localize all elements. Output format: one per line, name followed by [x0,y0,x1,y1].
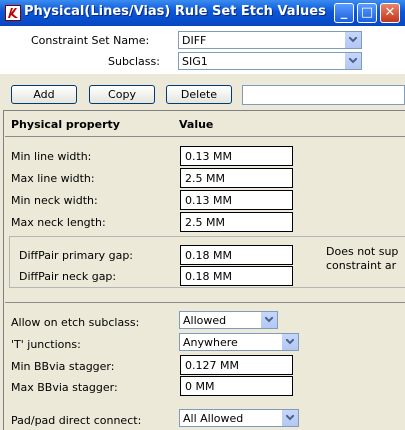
subclass-value: SIG1 [182,55,208,68]
chevron-down-icon[interactable] [281,334,298,350]
max-line-width-label: Max line width: [11,172,95,185]
min-neck-width-label: Min neck width: [11,194,98,207]
diffpair-neck-gap-label: DiffPair neck gap: [19,270,117,283]
t-junctions-value: Anywhere [183,336,238,349]
chevron-down-icon[interactable] [344,32,361,48]
max-bbvia-stagger-value: 0 MM [185,380,215,393]
allow-etch-subclass-dropdown[interactable]: Allowed [179,311,278,329]
chevron-down-icon[interactable] [281,410,298,426]
pad-direct-connect-dropdown[interactable]: All Allowed [179,409,299,427]
min-line-width-field[interactable]: 0.13 MM [180,146,293,166]
window-title: Physical(Lines/Vias) Rule Set Etch Value… [24,4,326,19]
min-bbvia-stagger-field[interactable]: 0.127 MM [180,355,293,375]
minimize-icon: _ [340,5,348,20]
max-bbvia-stagger-label: Max BBvia stagger: [11,381,118,394]
close-icon: ✕ [384,5,396,20]
header-panel: Constraint Set Name: DIFF Subclass: SIG1 [0,26,405,74]
max-line-width-field[interactable]: 2.5 MM [180,168,293,188]
max-neck-length-label: Max neck length: [11,216,106,229]
maximize-button[interactable]: □ [357,3,377,23]
diffpair-primary-gap-label: DiffPair primary gap: [19,249,134,262]
t-junctions-dropdown[interactable]: Anywhere [179,333,299,351]
value-header: Value [179,118,214,131]
constraint-name-input[interactable] [242,85,405,105]
allow-etch-subclass-label: Allow on etch subclass: [11,316,140,329]
min-bbvia-stagger-label: Min BBvia stagger: [11,360,115,373]
chevron-down-icon[interactable] [344,53,361,69]
diffpair-neck-gap-field[interactable]: 0.18 MM [180,266,293,286]
subclass-dropdown[interactable]: SIG1 [178,52,362,70]
diffpair-note-line1: Does not sup [326,245,399,258]
max-bbvia-stagger-field[interactable]: 0 MM [180,376,293,396]
min-neck-width-field[interactable]: 0.13 MM [180,190,293,210]
constraint-set-value: DIFF [182,34,207,47]
section-divider [5,302,405,303]
maximize-icon: □ [360,5,374,20]
close-button[interactable]: ✕ [380,3,400,23]
add-button[interactable]: Add [11,85,77,104]
constraint-set-dropdown[interactable]: DIFF [178,31,362,49]
title-bar[interactable]: Physical(Lines/Vias) Rule Set Etch Value… [0,0,405,26]
physical-property-header: Physical property [11,118,120,131]
diffpair-primary-gap-field[interactable]: 0.18 MM [180,245,293,265]
diffpair-note-line2: constraint ar [326,259,397,272]
copy-button[interactable]: Copy [89,85,155,104]
min-bbvia-stagger-value: 0.127 MM [185,359,239,372]
max-neck-length-value: 2.5 MM [185,216,225,229]
max-line-width-value: 2.5 MM [185,172,225,185]
t-junctions-label: 'T' junctions: [11,338,81,351]
pad-direct-connect-label: Pad/pad direct connect: [11,414,142,427]
pad-direct-connect-value: All Allowed [183,412,244,425]
allow-etch-subclass-value: Allowed [183,314,227,327]
header-divider [5,136,405,137]
min-line-width-value: 0.13 MM [185,150,232,163]
constraint-set-label: Constraint Set Name: [31,34,150,47]
max-neck-length-field[interactable]: 2.5 MM [180,212,293,232]
diffpair-neck-gap-value: 0.18 MM [185,270,232,283]
allegro-app-icon[interactable] [5,5,21,21]
min-line-width-label: Min line width: [11,150,92,163]
minimize-button[interactable]: _ [334,3,354,23]
min-neck-width-value: 0.13 MM [185,194,232,207]
subclass-label: Subclass: [108,55,160,68]
delete-button[interactable]: Delete [166,85,232,104]
rule-set-window: Physical(Lines/Vias) Rule Set Etch Value… [0,0,405,430]
chevron-down-icon[interactable] [260,312,277,328]
diffpair-primary-gap-value: 0.18 MM [185,249,232,262]
